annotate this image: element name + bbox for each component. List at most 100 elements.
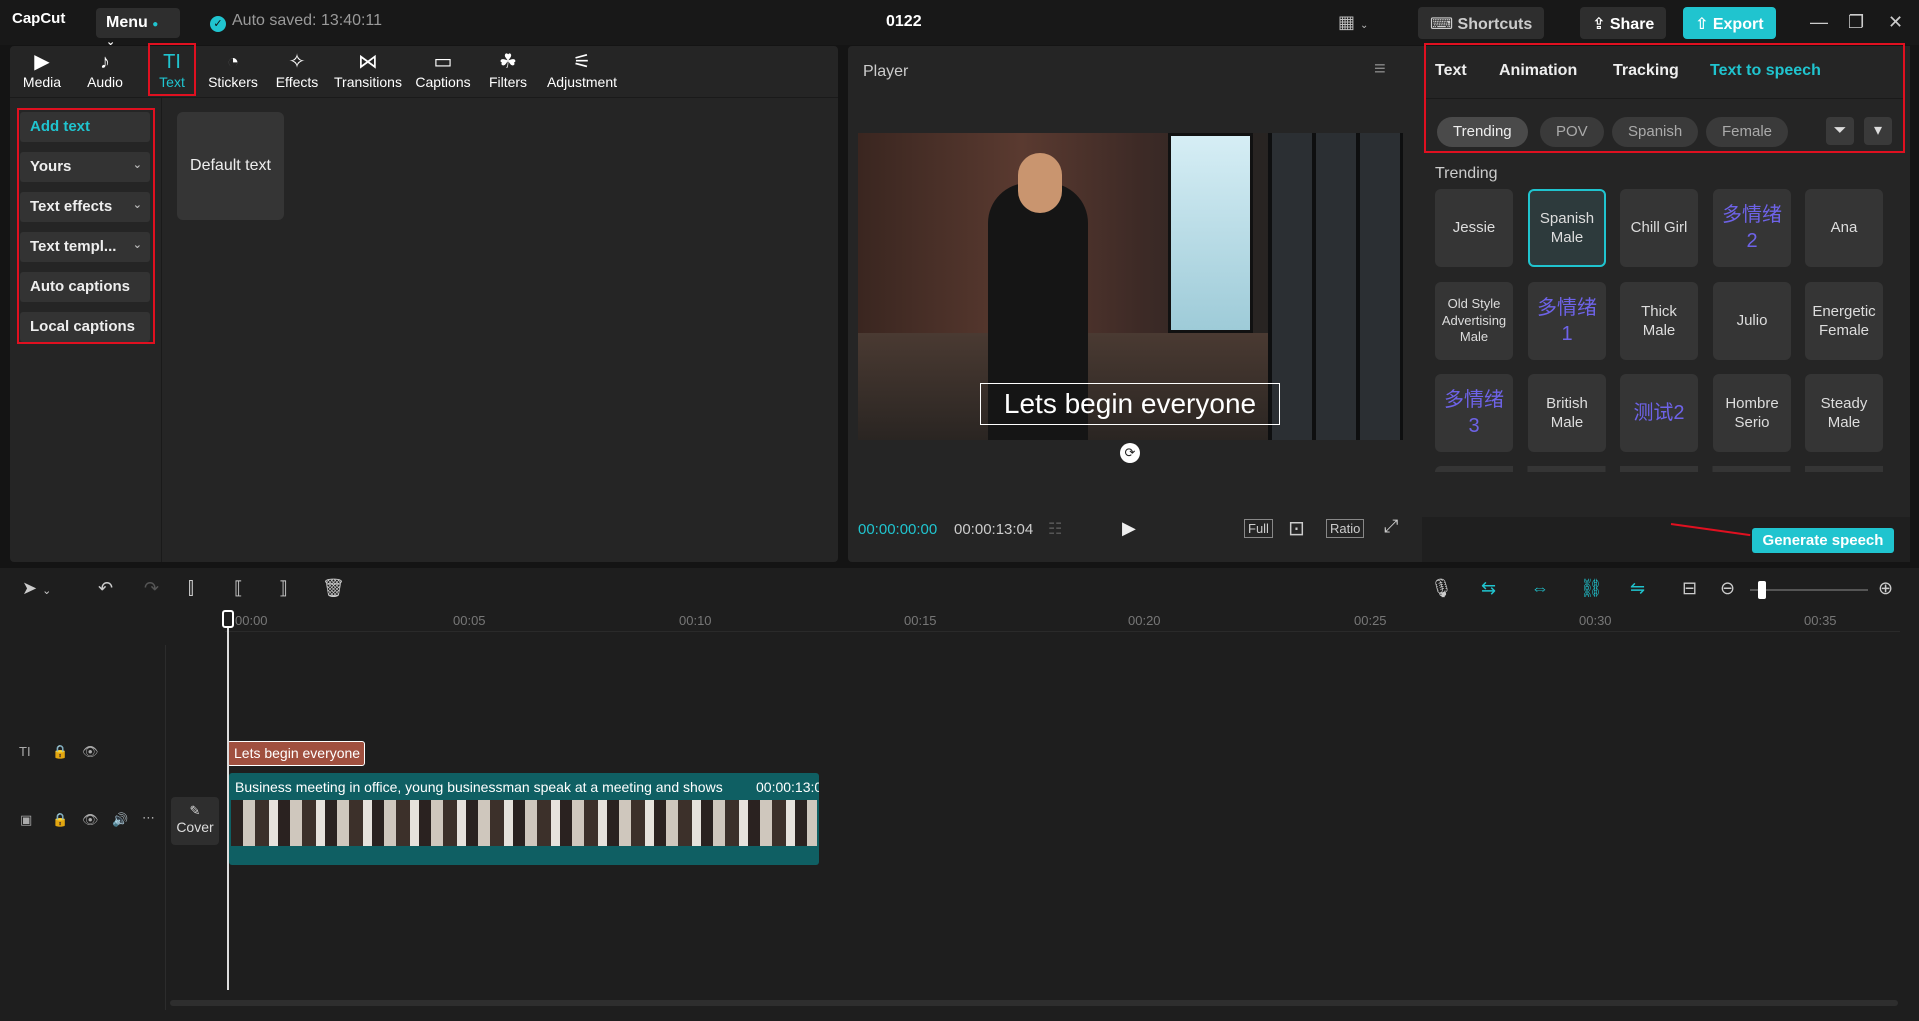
generate-speech-button[interactable]: Generate speech (1752, 528, 1894, 553)
tab-media[interactable]: ▶ Media (10, 50, 74, 90)
voice-duoqingxu-1[interactable]: 多情绪1 (1528, 282, 1606, 360)
split-left-icon[interactable]: ⟦ (234, 578, 243, 599)
ratio-button[interactable]: Ratio (1326, 519, 1365, 538)
filter-female[interactable]: Female (1706, 117, 1789, 147)
autosave-status: ✓ Auto saved: 13:40:11 (210, 12, 382, 32)
chevron-down-icon: ⌄ (132, 159, 142, 171)
edit-icon: ✎ (189, 803, 201, 818)
eye-icon[interactable]: 👁 (82, 812, 99, 828)
expand-dropdown-icon[interactable]: ▾ (1864, 117, 1892, 145)
sidebar-item-label: Text templ... (30, 238, 117, 255)
video-thumbnails (231, 800, 817, 846)
hamburger-icon[interactable]: ≡ (1374, 58, 1386, 81)
timecode-grid-icon: ☷ (1048, 521, 1063, 538)
filter-trending[interactable]: Trending (1437, 117, 1528, 147)
zoom-slider[interactable] (1750, 589, 1868, 591)
voice-chill-girl[interactable]: Chill Girl (1620, 189, 1698, 267)
microphone-icon[interactable]: 🎙 (1430, 578, 1453, 599)
zoom-slider-thumb[interactable] (1758, 581, 1766, 599)
rotate-icon[interactable]: ⟳ (1120, 443, 1140, 463)
filter-pov[interactable]: POV (1540, 117, 1604, 147)
share-button[interactable]: ⇪ Share (1580, 7, 1667, 39)
caption-text: Lets begin everyone (1003, 388, 1257, 419)
full-button[interactable]: Full (1244, 519, 1273, 538)
sidebar-item-text-templates[interactable]: Text templ... ⌄ (20, 232, 150, 262)
export-button[interactable]: ⇧ Export (1683, 7, 1776, 39)
redo-icon[interactable]: ↷ (144, 578, 159, 599)
zoom-out-icon[interactable]: ⊖ (1720, 578, 1735, 599)
tab-animation[interactable]: Animation (1499, 62, 1577, 80)
tab-captions-label: Captions (415, 74, 471, 90)
layout-icon[interactable]: ▦ ⌄ (1338, 12, 1368, 33)
media-toolbar-divider (10, 97, 838, 98)
voice-hombre-serio[interactable]: Hombre Serio (1713, 374, 1791, 452)
minimize-icon[interactable]: — (1810, 12, 1828, 33)
keyboard-icon: ⌨ (1430, 16, 1454, 33)
close-icon[interactable]: ✕ (1888, 12, 1903, 33)
voice-energetic-female[interactable]: Energetic Female (1805, 282, 1883, 360)
voice-duoqingxu-3[interactable]: 多情绪3 (1435, 374, 1513, 452)
voice-steady-male[interactable]: Steady Male (1805, 374, 1883, 452)
link-icon[interactable]: ⛓ (1580, 578, 1603, 599)
filter-spanish[interactable]: Spanish (1612, 117, 1699, 147)
shortcuts-label: Shortcuts (1457, 16, 1533, 33)
split-icon[interactable]: ⫿ (188, 578, 194, 599)
menu-button[interactable]: Menu ● ⌄ (96, 8, 180, 48)
trending-section-title: Trending (1435, 165, 1498, 182)
sidebar-item-add-text[interactable]: Add text (20, 112, 150, 142)
sort-filter-icon[interactable]: ⏷ (1826, 117, 1854, 145)
volume-icon[interactable]: 🔊 (112, 812, 128, 828)
sidebar-item-text-effects[interactable]: Text effects ⌄ (20, 192, 150, 222)
shortcuts-button[interactable]: ⌨ Shortcuts (1418, 7, 1545, 39)
preview-axis-icon[interactable]: ⇋ (1630, 578, 1645, 599)
magnet-snap-icon[interactable]: ⇔ (1531, 578, 1549, 599)
eye-icon[interactable]: 👁 (82, 744, 99, 760)
voice-old-style-advertising-male[interactable]: Old Style Advertising Male (1435, 282, 1513, 360)
lock-icon[interactable]: 🔒 (52, 744, 68, 760)
tab-audio[interactable]: ♪ Audio (73, 50, 137, 90)
delete-icon[interactable]: 🗑 (322, 578, 345, 599)
voice-spanish-male[interactable]: Spanish Male (1528, 189, 1606, 267)
sidebar-item-local-captions[interactable]: Local captions (20, 312, 150, 342)
voice-british-male[interactable]: British Male (1528, 374, 1606, 452)
tab-adjustment[interactable]: ⚟ Adjustment (544, 50, 620, 90)
split-right-icon[interactable]: ⟧ (279, 578, 288, 599)
fullscreen-icon[interactable]: ⤢ (1384, 516, 1398, 537)
more-icon[interactable]: ⋯ (142, 810, 155, 826)
voice-label: 多情绪2 (1722, 204, 1782, 252)
voice-ana[interactable]: Ana (1805, 189, 1883, 267)
screenshot-icon[interactable]: ⊡ (1288, 516, 1305, 541)
voice-jessie[interactable]: Jessie (1435, 189, 1513, 267)
tab-text-properties[interactable]: Text (1435, 62, 1467, 80)
voice-thick-male[interactable]: Thick Male (1620, 282, 1698, 360)
playhead-handle[interactable] (222, 610, 234, 628)
text-clip[interactable]: Lets begin everyone (227, 741, 365, 766)
default-text-card[interactable]: Default text (177, 112, 284, 220)
tab-text[interactable]: TI Text (148, 43, 196, 96)
cover-button[interactable]: ✎ Cover (171, 797, 219, 845)
undo-icon[interactable]: ↶ (98, 578, 113, 599)
select-tool-icon[interactable]: ➤ ⌄ (22, 578, 51, 599)
tab-filters[interactable]: ☘ Filters (476, 50, 540, 90)
fit-timeline-icon[interactable]: ⊟ (1682, 578, 1697, 599)
voice-duoqingxu-2[interactable]: 多情绪2 (1713, 189, 1791, 267)
magnet-main-icon[interactable]: ⇆ (1481, 578, 1496, 599)
tab-effects[interactable]: ✧ Effects (265, 50, 329, 90)
voice-ceshi-2[interactable]: 测试2 (1620, 374, 1698, 452)
tab-captions[interactable]: ▭ Captions (411, 50, 475, 90)
timeline-scrollbar[interactable] (170, 1000, 1898, 1006)
voice-label: 多情绪1 (1537, 297, 1597, 345)
zoom-in-icon[interactable]: ⊕ (1878, 578, 1893, 599)
video-clip[interactable]: Business meeting in office, young busine… (229, 773, 819, 865)
tab-transitions[interactable]: ⋈ Transitions (333, 50, 403, 90)
tab-text-to-speech[interactable]: Text to speech (1710, 62, 1821, 80)
tab-stickers[interactable]: ◔ Stickers (201, 50, 265, 90)
sidebar-item-yours[interactable]: Yours ⌄ (20, 152, 150, 182)
tab-tracking[interactable]: Tracking (1613, 62, 1679, 80)
voice-julio[interactable]: Julio (1713, 282, 1791, 360)
sidebar-item-auto-captions[interactable]: Auto captions (20, 272, 150, 302)
caption-overlay[interactable]: Lets begin everyone (980, 383, 1280, 425)
lock-icon[interactable]: 🔒 (52, 812, 68, 828)
play-button[interactable]: ▶ (1122, 518, 1136, 539)
restore-icon[interactable]: ❐ (1848, 12, 1864, 33)
